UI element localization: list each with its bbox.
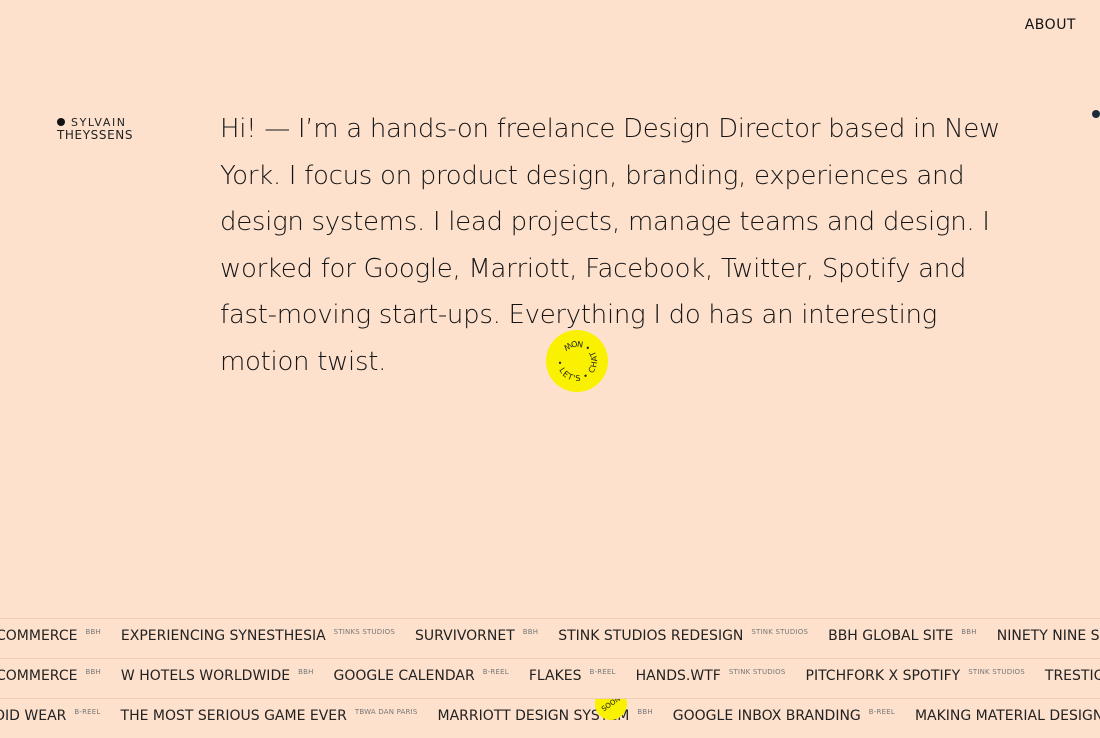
- project-agency: STINK STUDIOS: [968, 668, 1025, 676]
- project-title: TRESTIQUE ECOMMERCE: [1044, 668, 1100, 684]
- project-title: STINK STUDIOS REDESIGN: [558, 628, 744, 644]
- project-link[interactable]: THE MOST SERIOUS GAME EVER TBWA DAN PARIS: [121, 708, 418, 724]
- logo-last-name: THEYSSENS: [57, 128, 134, 142]
- project-title: MAKING MATERIAL DESIGN: [914, 708, 1100, 724]
- project-title: COMMERCE: [0, 668, 78, 684]
- project-title: SURVIVORNET: [415, 628, 515, 644]
- project-title: OID WEAR: [0, 708, 67, 724]
- project-link[interactable]: EXPERIENCING SYNESTHESIA STINKS STUDIOS: [121, 628, 395, 644]
- project-row: OID WEAR B-REEL THE MOST SERIOUS GAME EVER…: [0, 698, 1100, 738]
- project-title: FLAKES: [528, 668, 582, 684]
- project-agency: BBH: [298, 668, 314, 676]
- project-link[interactable]: FLAKES B-REEL: [529, 668, 616, 684]
- project-title: NINETY NINE SECONDS: [996, 628, 1100, 644]
- project-link[interactable]: MARRIOTT DESIGN SYSTEM BBH SOON: [438, 699, 653, 727]
- project-link[interactable]: COMMERCE BBH: [0, 668, 101, 684]
- project-agency: BBH: [961, 628, 977, 636]
- project-agency: BBH: [522, 628, 539, 636]
- project-agency: B-REEL: [482, 668, 509, 676]
- project-link[interactable]: MAKING MATERIAL DESIGNB-REEL: [915, 708, 1100, 724]
- project-agency: BBH: [85, 628, 101, 636]
- project-row: COMMERCE BBH EXPERIENCING SYNESTHESIA STINK…: [0, 618, 1100, 658]
- project-agency: STINKS STUDIOS: [333, 628, 396, 636]
- project-link[interactable]: OID WEAR B-REEL: [0, 708, 101, 724]
- project-link[interactable]: PITCHFORK X SPOTIFY STINK STUDIOS: [806, 668, 1025, 684]
- project-link[interactable]: COMMERCE BBH: [0, 628, 101, 644]
- project-agency: STINK STUDIOS: [751, 628, 809, 636]
- about-link[interactable]: ABOUT: [1025, 17, 1076, 33]
- project-link[interactable]: W HOTELS WORLDWIDE BBH: [121, 668, 314, 684]
- scroll-indicator[interactable]: [1092, 110, 1100, 118]
- project-title: GOOGLE CALENDAR: [333, 668, 475, 684]
- project-agency: BBH: [637, 708, 653, 716]
- project-title: PITCHFORK X SPOTIFY: [805, 668, 961, 684]
- project-agency: BBH: [85, 668, 101, 676]
- project-link[interactable]: GOOGLE INBOX BRANDING B-REEL: [673, 708, 895, 724]
- project-agency: TBWA DAN PARIS: [354, 708, 418, 716]
- project-title: GOOGLE INBOX BRANDING: [672, 708, 861, 724]
- project-agency: STINK STUDIOS: [728, 668, 786, 676]
- logo-dot-icon: [57, 118, 65, 126]
- project-row: COMMERCE BBH W HOTELS WORLDWIDE BBH GOOGLE C…: [0, 658, 1100, 698]
- project-title: COMMERCE: [0, 628, 78, 644]
- project-title: BBH GLOBAL SITE: [828, 628, 954, 644]
- project-title: W HOTELS WORLDWIDE: [120, 668, 291, 684]
- project-title: THE MOST SERIOUS GAME EVER: [120, 708, 347, 724]
- project-title: EXPERIENCING SYNESTHESIA: [120, 628, 326, 644]
- project-agency: B-REEL: [589, 668, 616, 676]
- project-link[interactable]: NINETY NINE SECONDSPERSONALNEW: [997, 628, 1100, 644]
- project-link[interactable]: BBH GLOBAL SITE BBH: [828, 628, 977, 644]
- projects-marquee: COMMERCE BBH EXPERIENCING SYNESTHESIA STINK…: [0, 618, 1100, 738]
- project-link[interactable]: STINK STUDIOS REDESIGN STINK STUDIOS: [558, 628, 808, 644]
- project-link[interactable]: GOOGLE CALENDAR B-REEL: [334, 668, 509, 684]
- project-agency: B-REEL: [74, 708, 101, 716]
- project-agency: B-REEL: [868, 708, 895, 716]
- logo[interactable]: SYLVAIN THEYSSENS: [57, 116, 133, 142]
- project-link[interactable]: HANDS.WTF STINK STUDIOS: [636, 668, 786, 684]
- lets-chat-badge[interactable]: • LET'S • CHAT • NOW: [546, 330, 608, 392]
- project-link[interactable]: TRESTIQUE ECOMMERCE: [1045, 668, 1100, 684]
- project-title: HANDS.WTF: [635, 668, 721, 684]
- intro-text: Hi! — I’m a hands-on freelance Design Di…: [220, 114, 1000, 377]
- project-link[interactable]: SURVIVORNET BBH: [415, 628, 538, 644]
